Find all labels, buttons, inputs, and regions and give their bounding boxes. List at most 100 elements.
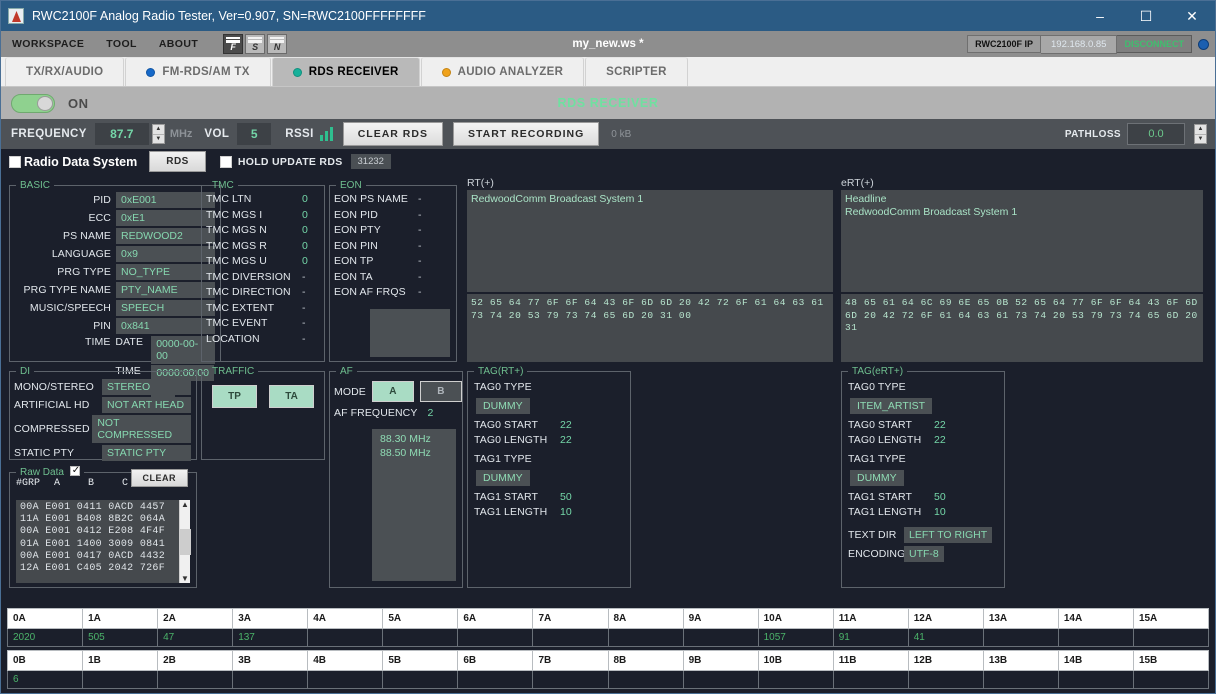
- scroll-thumb[interactable]: [180, 529, 191, 555]
- raw-data-checkbox[interactable]: ✓: [70, 466, 80, 476]
- cell-value: 505: [83, 629, 158, 647]
- af-frequency-list[interactable]: 88.30 MHz 88.50 MHz: [372, 429, 456, 581]
- tag0-type-value[interactable]: DUMMY: [476, 398, 530, 414]
- scroll-down-icon[interactable]: ▼: [181, 574, 189, 583]
- cell-a: E001: [45, 514, 70, 525]
- cell-value: [383, 629, 458, 647]
- ip-address-field[interactable]: 192.168.0.85: [1041, 35, 1117, 54]
- col-header: 4A: [308, 609, 383, 629]
- ta-indicator[interactable]: TA: [269, 385, 314, 408]
- minimize-button[interactable]: –: [1077, 1, 1123, 31]
- basic-legend: BASIC: [16, 180, 54, 191]
- row-value: 0: [302, 209, 324, 221]
- af-mode-a-button[interactable]: A: [372, 381, 414, 402]
- row-value: -: [418, 286, 422, 298]
- list-item[interactable]: 88.50 MHz: [380, 446, 456, 460]
- eon-panel: EON EON PS NAME - EON PID - EON PTY - EO…: [329, 180, 457, 362]
- span-tool-icon[interactable]: S: [245, 34, 265, 54]
- clear-rds-button[interactable]: CLEAR RDS: [343, 122, 443, 146]
- rds-button[interactable]: RDS: [149, 151, 206, 172]
- row-value[interactable]: 0xE1: [116, 210, 215, 226]
- rssi-label: RSSI: [285, 128, 313, 140]
- af-mode-b-button[interactable]: B: [420, 381, 462, 402]
- close-button[interactable]: ✕: [1169, 1, 1215, 31]
- row-value[interactable]: NOT COMPRESSED: [92, 415, 191, 443]
- row-value[interactable]: 0x841: [116, 318, 215, 334]
- tag1-type-row: TAG1 TYPE: [468, 453, 630, 465]
- volume-value[interactable]: 5: [237, 123, 271, 145]
- tag1-type-value[interactable]: DUMMY: [850, 470, 904, 486]
- row-value[interactable]: 0xE001: [116, 192, 215, 208]
- af-mode-row: MODE A B: [330, 377, 462, 402]
- row-value[interactable]: LEFT TO RIGHT: [904, 527, 992, 543]
- stepper-down-icon[interactable]: ▼: [1195, 135, 1206, 144]
- tab-fm-rds-am-tx[interactable]: FM-RDS/AM TX: [125, 57, 270, 86]
- eon-af-list[interactable]: [370, 309, 450, 357]
- tag0-type-value[interactable]: ITEM_ARTIST: [850, 398, 932, 414]
- pathloss-value[interactable]: 0.0: [1127, 123, 1185, 145]
- maximize-button[interactable]: ☐: [1123, 1, 1169, 31]
- tab-scripter[interactable]: SCRIPTER: [585, 57, 688, 86]
- encoding-row: ENCODING UTF-8: [842, 546, 1004, 562]
- scroll-up-icon[interactable]: ▲: [181, 500, 189, 509]
- cell-value: [458, 671, 533, 689]
- col-header: 5B: [383, 651, 458, 671]
- stepper-up-icon[interactable]: ▲: [1195, 125, 1206, 135]
- radio-data-system-label: Radio Data System: [24, 155, 137, 169]
- cell-value: [983, 671, 1058, 689]
- af-legend: AF: [336, 366, 357, 377]
- tag1-type-value[interactable]: DUMMY: [476, 470, 530, 486]
- row-label: TMC DIRECTION: [206, 286, 302, 298]
- di-row-compressed: COMPRESSED NOT COMPRESSED: [10, 415, 191, 443]
- tab-tx-rx-audio[interactable]: TX/RX/AUDIO: [5, 57, 124, 86]
- column-header-b: B: [88, 478, 122, 489]
- raw-data-scrollbar[interactable]: ▲ ▼: [179, 500, 190, 583]
- row-value[interactable]: NO_TYPE: [116, 264, 215, 280]
- row-value[interactable]: STEREO: [102, 379, 191, 395]
- recording-size: 0 kB: [611, 129, 631, 140]
- cell-d: 064A: [140, 514, 165, 525]
- row-value[interactable]: 0x9: [116, 246, 215, 262]
- menu-about[interactable]: ABOUT: [148, 31, 209, 57]
- row-value[interactable]: PTY_NAME: [116, 282, 215, 298]
- tag0-length-row: TAG0 LENGTH 22: [468, 434, 630, 446]
- hold-update-label: HOLD UPDATE RDS: [238, 156, 343, 168]
- row-value[interactable]: SPEECH: [116, 300, 215, 316]
- tag-rt-legend: TAG(RT+): [474, 366, 527, 377]
- cell-grp: 00A: [20, 502, 39, 513]
- row-value: -: [302, 271, 324, 283]
- noise-tool-icon[interactable]: N: [267, 34, 287, 54]
- stepper-down-icon[interactable]: ▼: [153, 135, 164, 144]
- cell-b: B408: [77, 514, 102, 525]
- row-value[interactable]: REDWOOD2: [116, 228, 215, 244]
- pathloss-stepper[interactable]: ▲ ▼: [1194, 124, 1207, 144]
- connection-status-led: [1198, 39, 1209, 50]
- cell-value: [1133, 629, 1208, 647]
- tab-rds-receiver[interactable]: RDS RECEIVER: [272, 57, 420, 86]
- row-label: TAG0 TYPE: [848, 381, 934, 393]
- start-recording-button[interactable]: START RECORDING: [453, 122, 599, 146]
- hold-update-checkbox[interactable]: [220, 156, 232, 168]
- list-item[interactable]: 88.30 MHz: [380, 432, 456, 446]
- row-value[interactable]: NOT ART HEAD: [102, 397, 191, 413]
- table-row: 2020 505 47 137 1057 91 41: [8, 629, 1209, 647]
- frequency-value[interactable]: 87.7: [95, 123, 149, 145]
- stepper-up-icon[interactable]: ▲: [153, 125, 164, 135]
- row-value[interactable]: UTF-8: [904, 546, 944, 562]
- table-row: 00A E001 0412 E208 4F4F: [20, 526, 179, 538]
- radio-data-system-checkbox[interactable]: [9, 156, 21, 168]
- disconnect-button[interactable]: DISCONNECT: [1117, 35, 1192, 53]
- frequency-stepper[interactable]: ▲ ▼: [152, 124, 165, 144]
- row-value: 50: [560, 491, 572, 503]
- toolbar-icons: F S N: [223, 34, 287, 54]
- frequency-tool-icon[interactable]: F: [223, 34, 243, 54]
- di-row-mono-stereo: MONO/STEREO STEREO: [10, 379, 191, 395]
- tp-indicator[interactable]: TP: [212, 385, 257, 408]
- menu-workspace[interactable]: WORKSPACE: [1, 31, 95, 57]
- row-value[interactable]: STATIC PTY: [102, 445, 191, 461]
- menu-tool[interactable]: TOOL: [95, 31, 148, 57]
- tab-audio-analyzer[interactable]: AUDIO ANALYZER: [421, 57, 585, 86]
- clear-raw-data-button[interactable]: CLEAR: [131, 469, 189, 487]
- col-header: 12A: [908, 609, 983, 629]
- tool-icon-label-f: F: [230, 42, 236, 52]
